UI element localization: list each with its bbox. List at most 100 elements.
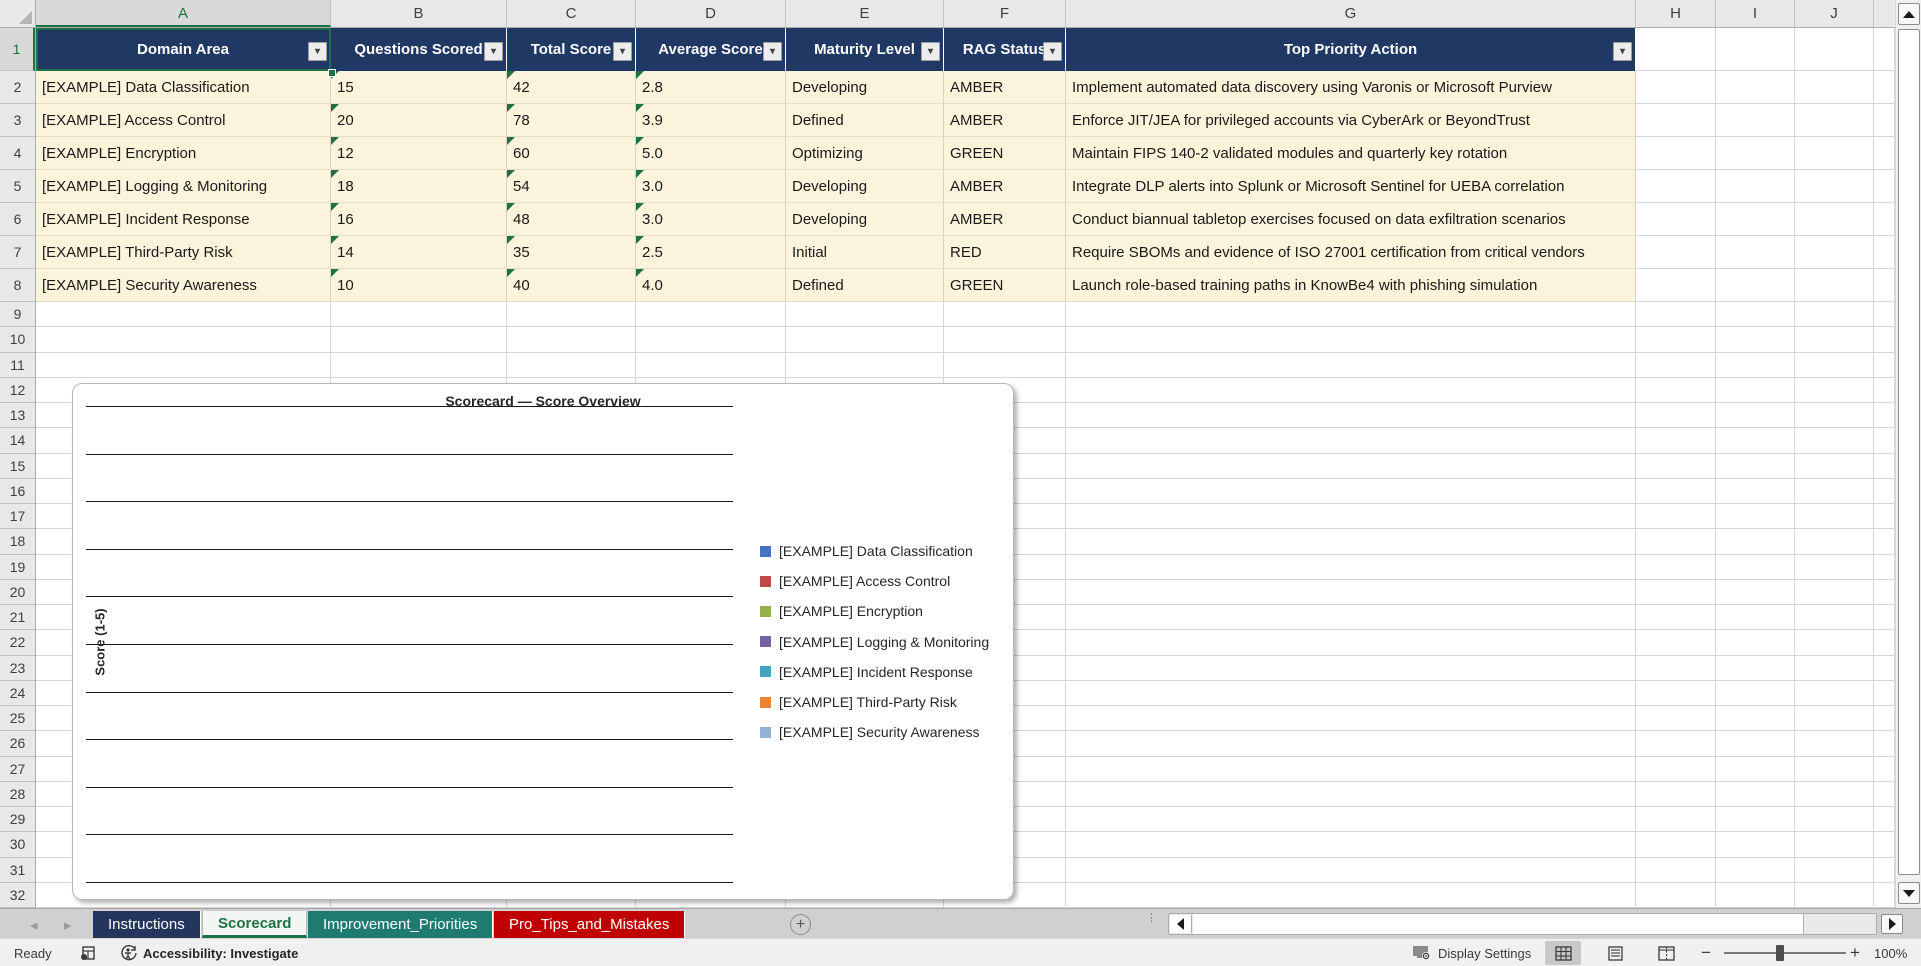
column-header-B[interactable]: B <box>331 0 507 27</box>
table-cell[interactable]: Enforce JIT/JEA for privileged accounts … <box>1066 104 1636 137</box>
table-cell[interactable]: [EXAMPLE] Access Control <box>36 104 331 137</box>
row-header-11[interactable]: 11 <box>0 353 35 378</box>
filter-dropdown-button[interactable]: ▾ <box>1613 42 1632 61</box>
column-header-G[interactable]: G <box>1066 0 1636 27</box>
table-cell[interactable]: Defined <box>786 269 944 302</box>
table-cell[interactable]: 2.8 <box>636 71 786 104</box>
row-header-22[interactable]: 22 <box>0 630 35 656</box>
row-header-16[interactable]: 16 <box>0 479 35 504</box>
fill-handle[interactable] <box>328 69 336 77</box>
table-cell[interactable]: AMBER <box>944 170 1066 203</box>
column-header-H[interactable]: H <box>1636 0 1716 27</box>
table-cell[interactable]: 3.0 <box>636 170 786 203</box>
row-header-9[interactable]: 9 <box>0 302 35 328</box>
zoom-slider-track[interactable] <box>1724 952 1846 954</box>
display-settings-button[interactable]: Display Settings <box>1412 939 1531 966</box>
table-cell[interactable]: Developing <box>786 170 944 203</box>
row-header-15[interactable]: 15 <box>0 454 35 479</box>
filter-dropdown-button[interactable]: ▾ <box>763 42 782 61</box>
row-header-5[interactable]: 5 <box>0 170 35 203</box>
row-header-27[interactable]: 27 <box>0 757 35 782</box>
table-cell[interactable]: Conduct biannual tabletop exercises focu… <box>1066 203 1636 236</box>
table-cell[interactable]: 12 <box>331 137 507 170</box>
filter-dropdown-button[interactable]: ▾ <box>484 42 503 61</box>
row-header-31[interactable]: 31 <box>0 858 35 883</box>
legend-item[interactable]: [EXAMPLE] Third-Party Risk <box>760 694 957 710</box>
page-break-preview-button[interactable] <box>1648 941 1684 965</box>
row-header-10[interactable]: 10 <box>0 327 35 353</box>
tab-splitter-handle[interactable]: ⋮ <box>1146 913 1157 924</box>
row-header-3[interactable]: 3 <box>0 104 35 137</box>
table-cell[interactable]: Optimizing <box>786 137 944 170</box>
scroll-up-button[interactable] <box>1898 3 1920 25</box>
table-cell[interactable]: AMBER <box>944 104 1066 137</box>
table-cell[interactable]: 35 <box>507 236 636 269</box>
table-cell[interactable]: Initial <box>786 236 944 269</box>
table-cell[interactable]: Developing <box>786 71 944 104</box>
row-header-8[interactable]: 8 <box>0 269 35 302</box>
tab-scroll-left-icon[interactable]: ◂ <box>30 916 38 934</box>
sheet-tab-scorecard[interactable]: Scorecard <box>202 911 308 938</box>
legend-item[interactable]: [EXAMPLE] Logging & Monitoring <box>760 634 989 650</box>
table-cell[interactable]: [EXAMPLE] Data Classification <box>36 71 331 104</box>
table-cell[interactable]: 3.9 <box>636 104 786 137</box>
column-header-D[interactable]: D <box>636 0 786 27</box>
table-cell[interactable]: 60 <box>507 137 636 170</box>
table-cell[interactable]: [EXAMPLE] Third-Party Risk <box>36 236 331 269</box>
row-header-19[interactable]: 19 <box>0 555 35 580</box>
table-cell[interactable]: GREEN <box>944 269 1066 302</box>
horizontal-scrollbar-thumb[interactable] <box>1193 914 1804 934</box>
row-header-4[interactable]: 4 <box>0 137 35 170</box>
row-header-24[interactable]: 24 <box>0 681 35 706</box>
legend-item[interactable]: [EXAMPLE] Access Control <box>760 573 950 589</box>
scroll-right-button[interactable] <box>1881 914 1903 934</box>
tab-scroll-right-icon[interactable]: ▸ <box>64 916 72 934</box>
scroll-down-button[interactable] <box>1898 882 1920 904</box>
filter-dropdown-button[interactable]: ▾ <box>921 42 940 61</box>
horizontal-scrollbar[interactable] <box>1168 913 1877 935</box>
row-header-14[interactable]: 14 <box>0 428 35 454</box>
column-header-C[interactable]: C <box>507 0 636 27</box>
legend-item[interactable]: [EXAMPLE] Data Classification <box>760 543 973 559</box>
table-cell[interactable]: Require SBOMs and evidence of ISO 27001 … <box>1066 236 1636 269</box>
sheet-tab-instructions[interactable]: Instructions <box>93 911 201 938</box>
row-header-18[interactable]: 18 <box>0 529 35 555</box>
row-header-30[interactable]: 30 <box>0 832 35 858</box>
legend-item[interactable]: [EXAMPLE] Incident Response <box>760 664 973 680</box>
column-header-E[interactable]: E <box>786 0 944 27</box>
worksheet-grid[interactable]: Domain Area ▾ Questions Scored ▾ Total Score… <box>36 28 1895 908</box>
column-header-A[interactable]: A <box>36 0 331 27</box>
table-cell[interactable]: 5.0 <box>636 137 786 170</box>
score-overview-chart[interactable]: Scorecard — Score Overview Score (1-5) [… <box>72 383 1014 900</box>
row-header-23[interactable]: 23 <box>0 656 35 681</box>
table-cell[interactable]: 2.5 <box>636 236 786 269</box>
table-cell[interactable]: 18 <box>331 170 507 203</box>
table-cell[interactable]: 16 <box>331 203 507 236</box>
column-header-F[interactable]: F <box>944 0 1066 27</box>
row-header-17[interactable]: 17 <box>0 504 35 530</box>
filter-dropdown-button[interactable]: ▾ <box>613 42 632 61</box>
table-cell[interactable]: Maintain FIPS 140-2 validated modules an… <box>1066 137 1636 170</box>
zoom-out-button[interactable]: − <box>1701 939 1711 966</box>
row-header-2[interactable]: 2 <box>0 71 35 104</box>
row-header-12[interactable]: 12 <box>0 378 35 403</box>
new-sheet-button[interactable]: + <box>790 914 811 935</box>
zoom-in-button[interactable]: + <box>1850 939 1860 966</box>
row-header-20[interactable]: 20 <box>0 580 35 605</box>
accessibility-icon[interactable] <box>120 939 138 966</box>
table-cell[interactable]: GREEN <box>944 137 1066 170</box>
table-cell[interactable]: 48 <box>507 203 636 236</box>
table-cell[interactable]: 10 <box>331 269 507 302</box>
table-cell[interactable]: [EXAMPLE] Incident Response <box>36 203 331 236</box>
table-cell[interactable]: 54 <box>507 170 636 203</box>
accessibility-status[interactable]: Accessibility: Investigate <box>143 939 298 966</box>
active-cell-selection[interactable] <box>36 28 336 77</box>
macro-record-icon[interactable] <box>80 939 96 966</box>
row-header-21[interactable]: 21 <box>0 605 35 631</box>
zoom-slider-thumb[interactable] <box>1776 945 1784 961</box>
row-header-26[interactable]: 26 <box>0 731 35 757</box>
table-cell[interactable]: Launch role-based training paths in Know… <box>1066 269 1636 302</box>
table-cell[interactable]: Integrate DLP alerts into Splunk or Micr… <box>1066 170 1636 203</box>
row-header-32[interactable]: 32 <box>0 883 35 908</box>
row-header-13[interactable]: 13 <box>0 403 35 429</box>
